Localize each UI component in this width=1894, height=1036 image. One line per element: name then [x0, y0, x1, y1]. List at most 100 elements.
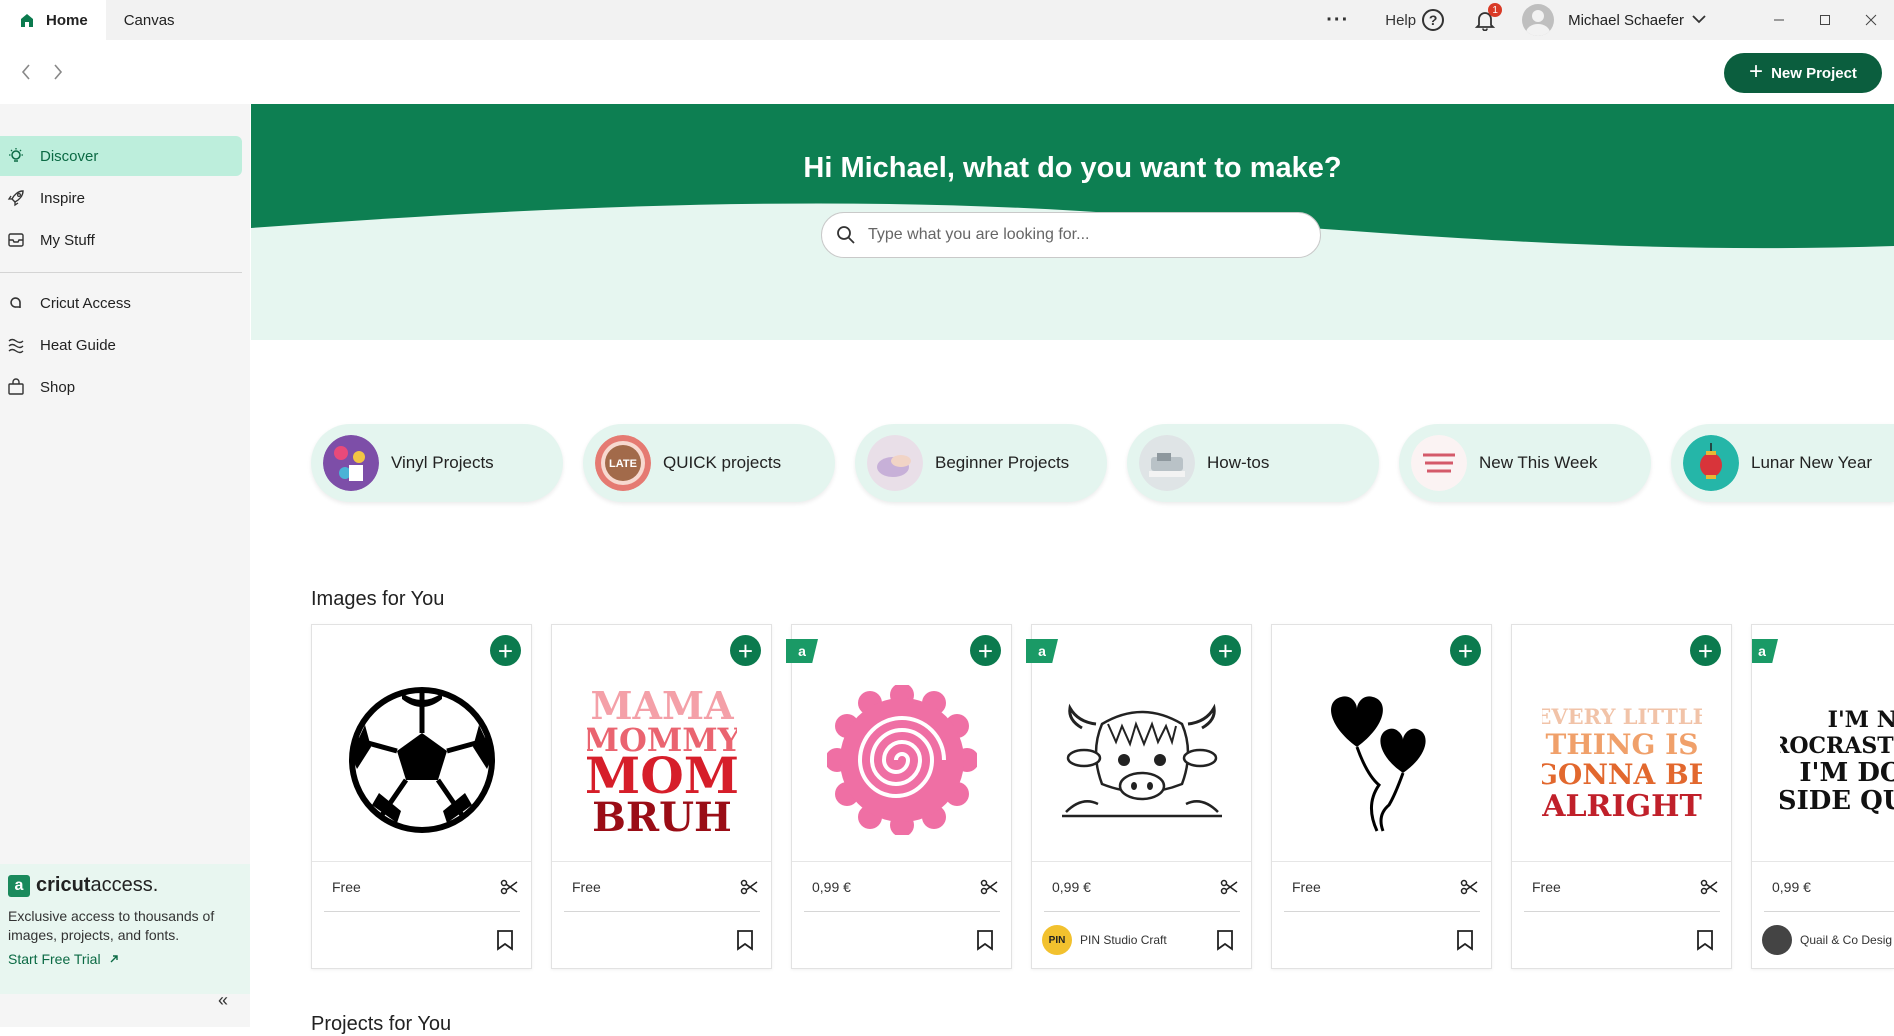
- category-chip-how-tos[interactable]: How-tos: [1127, 424, 1379, 502]
- sidebar-item-my-stuff[interactable]: My Stuff: [0, 220, 242, 260]
- heat-waves-icon: [6, 335, 26, 355]
- image-card[interactable]: a I'M NOT PROCRASTINATING I'M DOING SIDE…: [1751, 624, 1894, 969]
- card-divider: [1032, 861, 1251, 862]
- sidebar-item-label: Cricut Access: [40, 294, 131, 312]
- artwork-text: ALRIGHT: [1542, 789, 1702, 820]
- search-input[interactable]: [868, 226, 1288, 244]
- bookmark-icon[interactable]: [1215, 929, 1235, 951]
- sidebar-item-inspire[interactable]: Inspire: [0, 178, 242, 218]
- page-title: Hi Michael, what do you want to make?: [803, 152, 1342, 184]
- designer-credit[interactable]: Quail & Co Desig: [1762, 925, 1892, 955]
- help-button[interactable]: Help ?: [1385, 9, 1445, 31]
- category-thumbnail: [867, 435, 923, 491]
- procrastinating-text-image: I'M NOT PROCRASTINATING I'M DOING SIDE Q…: [1752, 665, 1894, 855]
- close-icon[interactable]: [1848, 0, 1894, 40]
- more-options-icon[interactable]: ···: [1326, 9, 1349, 32]
- scissors-icon: [980, 879, 998, 895]
- sidebar-item-shop[interactable]: Shop: [0, 367, 242, 407]
- designer-name: Quail & Co Desig: [1800, 933, 1893, 947]
- back-arrow-icon[interactable]: [16, 62, 36, 82]
- cricut-access-promo: a cricut access. Exclusive access to thou…: [0, 864, 250, 994]
- inbox-icon: [6, 230, 26, 250]
- artwork-text: PROCRASTINATING: [1780, 733, 1894, 759]
- sidebar-item-discover[interactable]: Discover: [0, 136, 242, 176]
- tab-canvas[interactable]: Canvas: [106, 0, 193, 40]
- category-chip-lunar-new-year[interactable]: Lunar New Year: [1671, 424, 1894, 502]
- forward-arrow-icon[interactable]: [48, 62, 68, 82]
- start-free-trial-link[interactable]: Start Free Trial: [8, 951, 242, 967]
- designer-credit[interactable]: PIN PIN Studio Craft: [1042, 925, 1167, 955]
- category-chip-quick-projects[interactable]: LATE QUICK projects: [583, 424, 835, 502]
- bookmark-icon[interactable]: [735, 929, 755, 951]
- search-bar[interactable]: [821, 212, 1321, 258]
- image-card[interactable]: + Free: [1271, 624, 1492, 969]
- minimize-icon[interactable]: [1756, 0, 1802, 40]
- avatar[interactable]: [1522, 4, 1555, 36]
- chevron-down-icon[interactable]: [1692, 11, 1706, 29]
- scissors-icon: [1220, 879, 1238, 895]
- help-label: Help: [1385, 11, 1417, 29]
- add-to-canvas-button[interactable]: +: [730, 635, 761, 666]
- new-project-button[interactable]: + New Project: [1724, 53, 1882, 93]
- add-to-canvas-button[interactable]: +: [490, 635, 521, 666]
- notification-badge: 1: [1488, 3, 1503, 17]
- category-chip-new-this-week[interactable]: New This Week: [1399, 424, 1651, 502]
- tab-home[interactable]: Home: [0, 0, 106, 40]
- start-free-trial-label: Start Free Trial: [8, 951, 101, 967]
- tab-home-label: Home: [46, 11, 88, 29]
- price-label: Free: [1292, 879, 1321, 895]
- quick-projects-thumb-text: LATE: [609, 458, 637, 470]
- maximize-icon[interactable]: [1802, 0, 1848, 40]
- image-card[interactable]: a + 0,99 € PIN PIN Studio Craft: [1026, 624, 1252, 969]
- image-card[interactable]: + MAMA MOMMY MOM BRUH Free: [551, 624, 772, 969]
- card-divider: [1512, 861, 1731, 862]
- cricut-access-badge: a: [786, 639, 818, 663]
- designer-avatar: [1762, 925, 1792, 955]
- category-chip-beginner-projects[interactable]: Beginner Projects: [855, 424, 1107, 502]
- sidebar-item-label: Heat Guide: [40, 336, 116, 354]
- sidebar-item-cricut-access[interactable]: Cricut Access: [0, 283, 242, 323]
- cricut-access-badge: a: [1026, 639, 1058, 663]
- collapse-sidebar-icon[interactable]: «: [218, 990, 228, 1011]
- artwork-text: THING IS: [1545, 728, 1698, 761]
- card-divider: [324, 911, 520, 912]
- bookmark-icon[interactable]: [1695, 929, 1715, 951]
- add-to-canvas-button[interactable]: +: [1690, 635, 1721, 666]
- add-to-canvas-button[interactable]: +: [970, 635, 1001, 666]
- image-card[interactable]: a + 0,99 €: [786, 624, 1012, 969]
- shopping-bag-icon: [6, 377, 26, 397]
- image-card[interactable]: + Free: [311, 624, 532, 969]
- bookmark-icon[interactable]: [975, 929, 995, 951]
- user-name[interactable]: Michael Schaefer: [1568, 12, 1684, 29]
- section-title-projects: Projects for You: [311, 1013, 452, 1035]
- plus-icon: +: [1749, 57, 1764, 85]
- question-circle-icon: ?: [1422, 9, 1445, 31]
- artwork-text: I'M DOING: [1799, 758, 1894, 788]
- every-little-thing-image: EVERY LITTLE THING IS GONNA BE ALRIGHT: [1512, 665, 1731, 855]
- sidebar-item-label: Discover: [40, 147, 99, 165]
- notifications-button[interactable]: 1: [1474, 3, 1503, 32]
- cricut-access-logo: a cricut access.: [8, 874, 242, 897]
- image-card[interactable]: + EVERY LITTLE THING IS GONNA BE ALRIGHT…: [1511, 624, 1732, 969]
- logo-text-light: access.: [90, 874, 159, 896]
- bookmark-icon[interactable]: [495, 929, 515, 951]
- bookmark-icon[interactable]: [1455, 929, 1475, 951]
- sidebar-item-label: Inspire: [40, 189, 86, 207]
- add-to-canvas-button[interactable]: +: [1210, 635, 1241, 666]
- card-divider: [312, 861, 531, 862]
- price-label: Free: [1532, 879, 1561, 895]
- new-project-label: New Project: [1771, 64, 1857, 82]
- home-icon: [18, 11, 36, 29]
- scissors-icon: [1460, 879, 1478, 895]
- sidebar-item-heat-guide[interactable]: Heat Guide: [0, 325, 242, 365]
- soccer-ball-image: [312, 665, 531, 855]
- card-divider: [1272, 861, 1491, 862]
- designer-avatar: PIN: [1042, 925, 1072, 955]
- access-description: Exclusive access to thousands of images,…: [8, 908, 215, 943]
- add-to-canvas-button[interactable]: +: [1450, 635, 1481, 666]
- category-chip-vinyl-projects[interactable]: Vinyl Projects: [311, 424, 563, 502]
- cricut-access-logo-icon: a: [8, 874, 30, 897]
- card-divider: [1284, 911, 1480, 912]
- scissors-icon: [500, 879, 518, 895]
- category-label: QUICK projects: [663, 453, 782, 472]
